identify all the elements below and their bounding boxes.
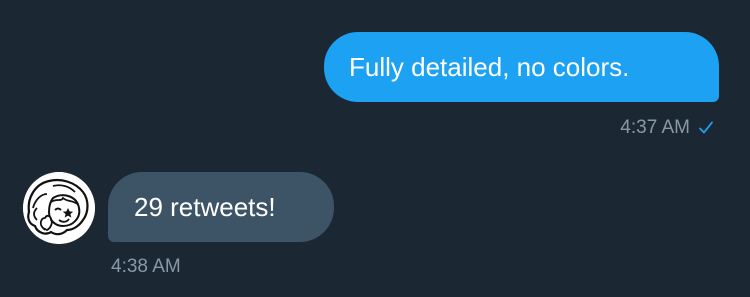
dm-conversation: Fully detailed, no colors. 4:37 AM 29 re… (0, 0, 750, 297)
avatar[interactable] (23, 172, 95, 244)
received-message-text: 29 retweets! (134, 192, 276, 222)
sent-message-timestamp: 4:37 AM (620, 117, 690, 138)
cartoon-avatar-icon (23, 172, 95, 244)
sent-message-meta: 4:37 AM (620, 117, 714, 139)
sent-message-bubble[interactable]: Fully detailed, no colors. (324, 32, 719, 102)
sent-message-text: Fully detailed, no colors. (349, 52, 630, 82)
received-message-timestamp: 4:38 AM (111, 256, 181, 277)
received-message-bubble[interactable]: 29 retweets! (108, 172, 334, 242)
checkmark-icon (698, 120, 714, 136)
received-message-meta: 4:38 AM (111, 256, 181, 278)
